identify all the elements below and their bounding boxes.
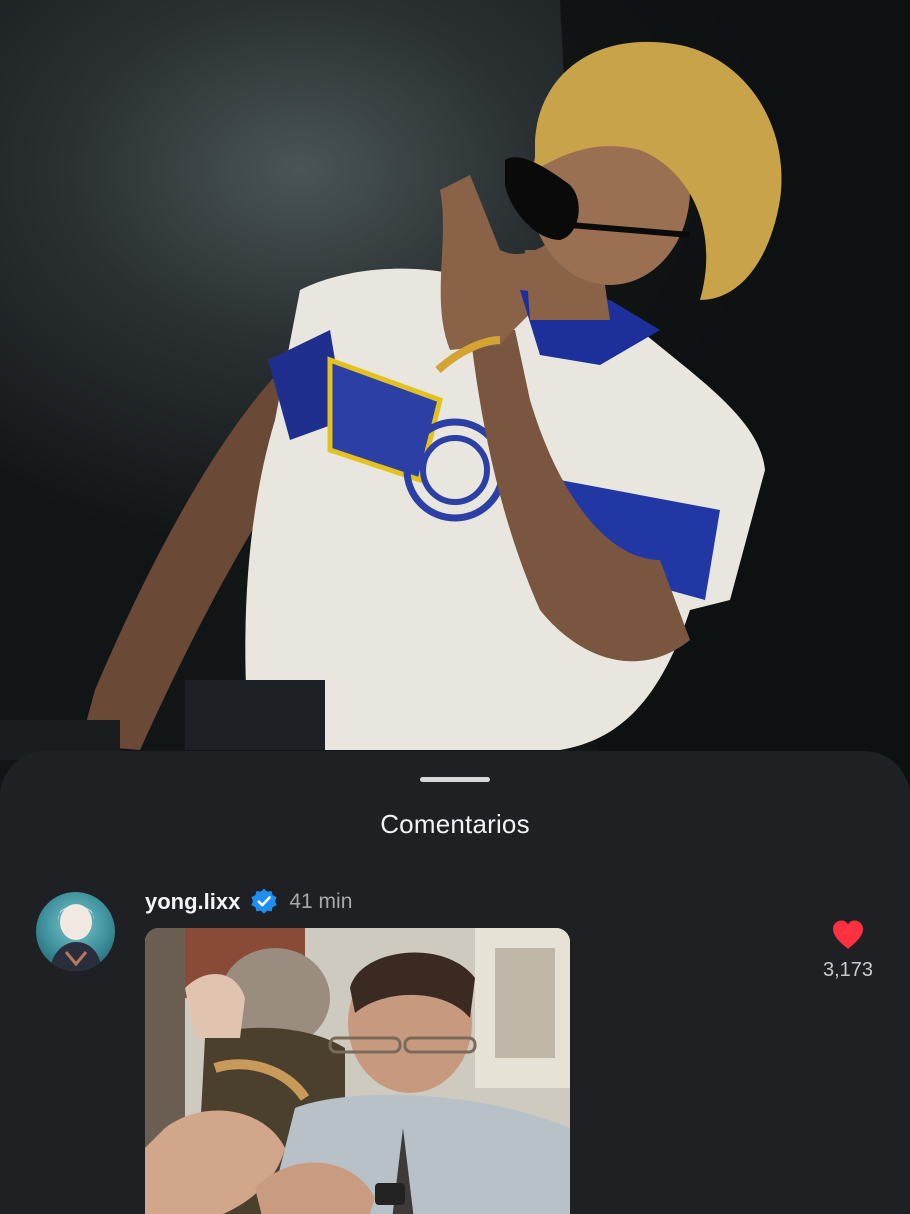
heart-icon[interactable]: [831, 919, 865, 951]
sheet-drag-handle[interactable]: [420, 777, 490, 782]
comment-gif-image: [145, 928, 570, 1214]
app-screen: Comentarios yong.lixx 41 min 3,173: [0, 0, 910, 1214]
post-photo[interactable]: [0, 0, 910, 800]
verified-badge-icon: [251, 888, 277, 914]
comment-gif[interactable]: [145, 928, 570, 1214]
comment-like: 3,173: [815, 919, 881, 982]
avatar-image: [50, 904, 102, 971]
like-count: 3,173: [822, 959, 874, 981]
avatar[interactable]: [36, 892, 115, 971]
post-photo-illustration: [0, 0, 910, 800]
comments-title: Comentarios: [380, 809, 530, 839]
comments-sheet: Comentarios yong.lixx 41 min 3,173: [0, 751, 910, 1214]
comment-item: yong.lixx 41 min 3,173: [0, 879, 910, 1214]
comment-timestamp: 41 min: [289, 890, 353, 913]
comment-header: yong.lixx 41 min: [145, 887, 352, 917]
comment-username[interactable]: yong.lixx: [145, 889, 240, 915]
